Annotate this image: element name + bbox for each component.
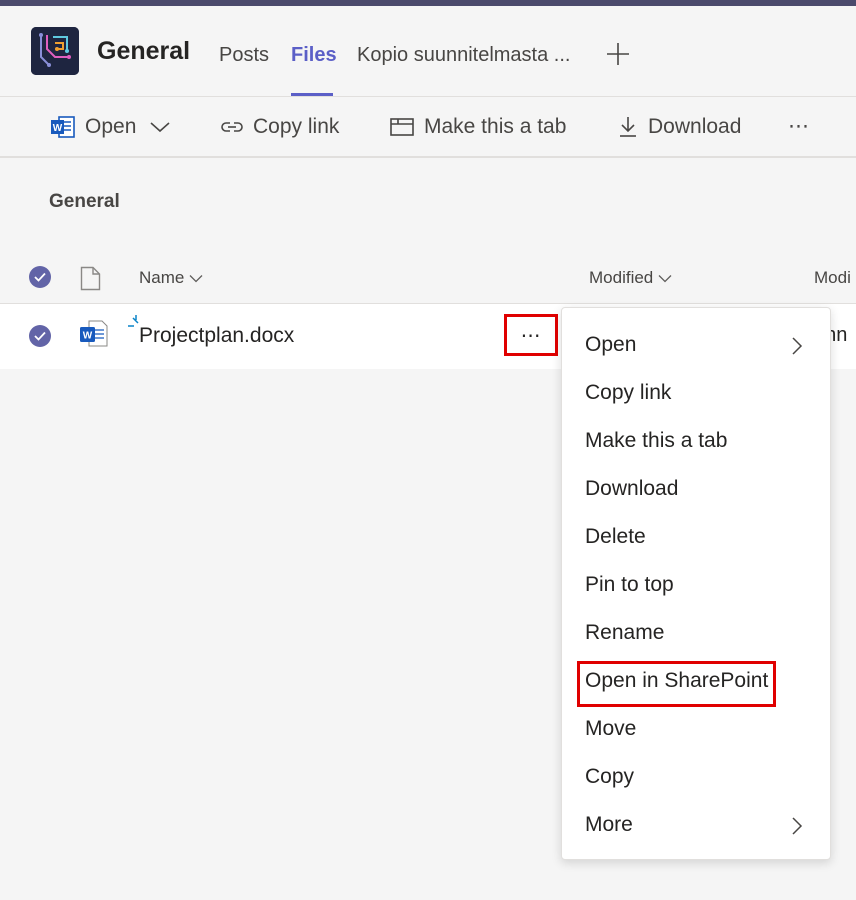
chevron-down-icon xyxy=(658,274,672,282)
copy-link-label: Copy link xyxy=(253,114,340,138)
new-file-indicator-icon xyxy=(128,315,139,327)
column-header-name[interactable]: Name xyxy=(139,268,203,288)
menu-item-label: Copy link xyxy=(585,381,672,404)
link-icon xyxy=(221,121,243,132)
menu-item-label: Rename xyxy=(585,621,665,644)
add-tab-button[interactable] xyxy=(604,40,632,68)
menu-item-label: More xyxy=(585,813,633,836)
folder-title: General xyxy=(49,191,120,212)
menu-item-copy-link[interactable]: Copy link xyxy=(562,371,830,415)
open-button[interactable]: W Open xyxy=(50,97,171,156)
make-tab-label: Make this a tab xyxy=(424,114,567,138)
more-icon: ⋯ xyxy=(788,115,809,138)
list-header: Name Modified Modi xyxy=(0,258,856,303)
menu-item-make-tab[interactable]: Make this a tab xyxy=(562,419,830,463)
files-toolbar: W Open Copy link Make this a tab Downloa… xyxy=(0,97,856,156)
chevron-right-icon xyxy=(792,337,803,355)
word-icon: W xyxy=(51,115,75,138)
column-name-label: Name xyxy=(139,268,185,287)
toolbar-more-button[interactable]: ⋯ xyxy=(788,97,809,156)
team-logo-graphic xyxy=(31,27,79,75)
tab-kopio-suunnitelmasta[interactable]: Kopio suunnitelmasta ... xyxy=(357,44,570,67)
menu-item-delete[interactable]: Delete xyxy=(562,515,830,559)
row-checkbox[interactable] xyxy=(29,325,51,347)
chevron-down-icon xyxy=(189,274,203,282)
menu-item-copy[interactable]: Copy xyxy=(562,755,830,799)
column-header-modified-by[interactable]: Modi xyxy=(814,268,851,288)
menu-item-label: Open xyxy=(585,333,637,356)
team-logo[interactable] xyxy=(31,27,79,75)
menu-item-download[interactable]: Download xyxy=(562,467,830,511)
menu-item-open-in-sharepoint[interactable]: Open in SharePoint xyxy=(562,659,830,703)
chevron-down-icon xyxy=(150,121,170,132)
make-tab-button[interactable]: Make this a tab xyxy=(389,97,566,156)
menu-item-label: Move xyxy=(585,717,637,740)
copy-link-button[interactable]: Copy link xyxy=(220,97,339,156)
column-modified-by-label: Modi xyxy=(814,268,851,287)
toolbar-divider xyxy=(0,156,856,158)
download-button[interactable]: Download xyxy=(617,97,741,156)
menu-item-label: Open in SharePoint xyxy=(585,669,769,692)
channel-header: General Posts Files Kopio suunnitelmasta… xyxy=(0,6,856,97)
menu-item-label: Download xyxy=(585,477,679,500)
context-menu: Open Copy link Make this a tab Download … xyxy=(561,307,831,860)
download-icon xyxy=(620,116,636,137)
tab-files[interactable]: Files xyxy=(291,44,337,67)
svg-text:W: W xyxy=(83,331,93,342)
menu-item-label: Pin to top xyxy=(585,573,674,596)
tab-icon xyxy=(390,117,414,136)
menu-item-more[interactable]: More xyxy=(562,803,830,847)
chevron-right-icon xyxy=(792,817,803,835)
menu-item-move[interactable]: Move xyxy=(562,707,830,751)
file-type-icon xyxy=(80,266,101,291)
column-header-modified[interactable]: Modified xyxy=(589,268,672,288)
checkmark-icon xyxy=(34,331,46,341)
menu-item-label: Make this a tab xyxy=(585,429,728,452)
plus-icon xyxy=(607,43,629,65)
menu-item-rename[interactable]: Rename xyxy=(562,611,830,655)
row-more-options-button[interactable]: ⋯ xyxy=(504,314,558,356)
open-button-label: Open xyxy=(85,114,137,138)
svg-text:W: W xyxy=(53,123,63,134)
menu-item-label: Delete xyxy=(585,525,646,548)
menu-item-pin-to-top[interactable]: Pin to top xyxy=(562,563,830,607)
download-label: Download xyxy=(648,114,742,138)
more-icon: ⋯ xyxy=(520,324,542,347)
file-name[interactable]: Projectplan.docx xyxy=(139,324,294,348)
column-modified-label: Modified xyxy=(589,268,654,287)
word-file-icon: W xyxy=(80,320,108,347)
menu-item-open[interactable]: Open xyxy=(562,323,830,367)
tab-posts[interactable]: Posts xyxy=(219,44,269,67)
menu-item-label: Copy xyxy=(585,765,635,788)
checkmark-icon xyxy=(34,272,46,282)
channel-title: General xyxy=(97,37,191,65)
select-all-checkbox[interactable] xyxy=(29,266,51,288)
